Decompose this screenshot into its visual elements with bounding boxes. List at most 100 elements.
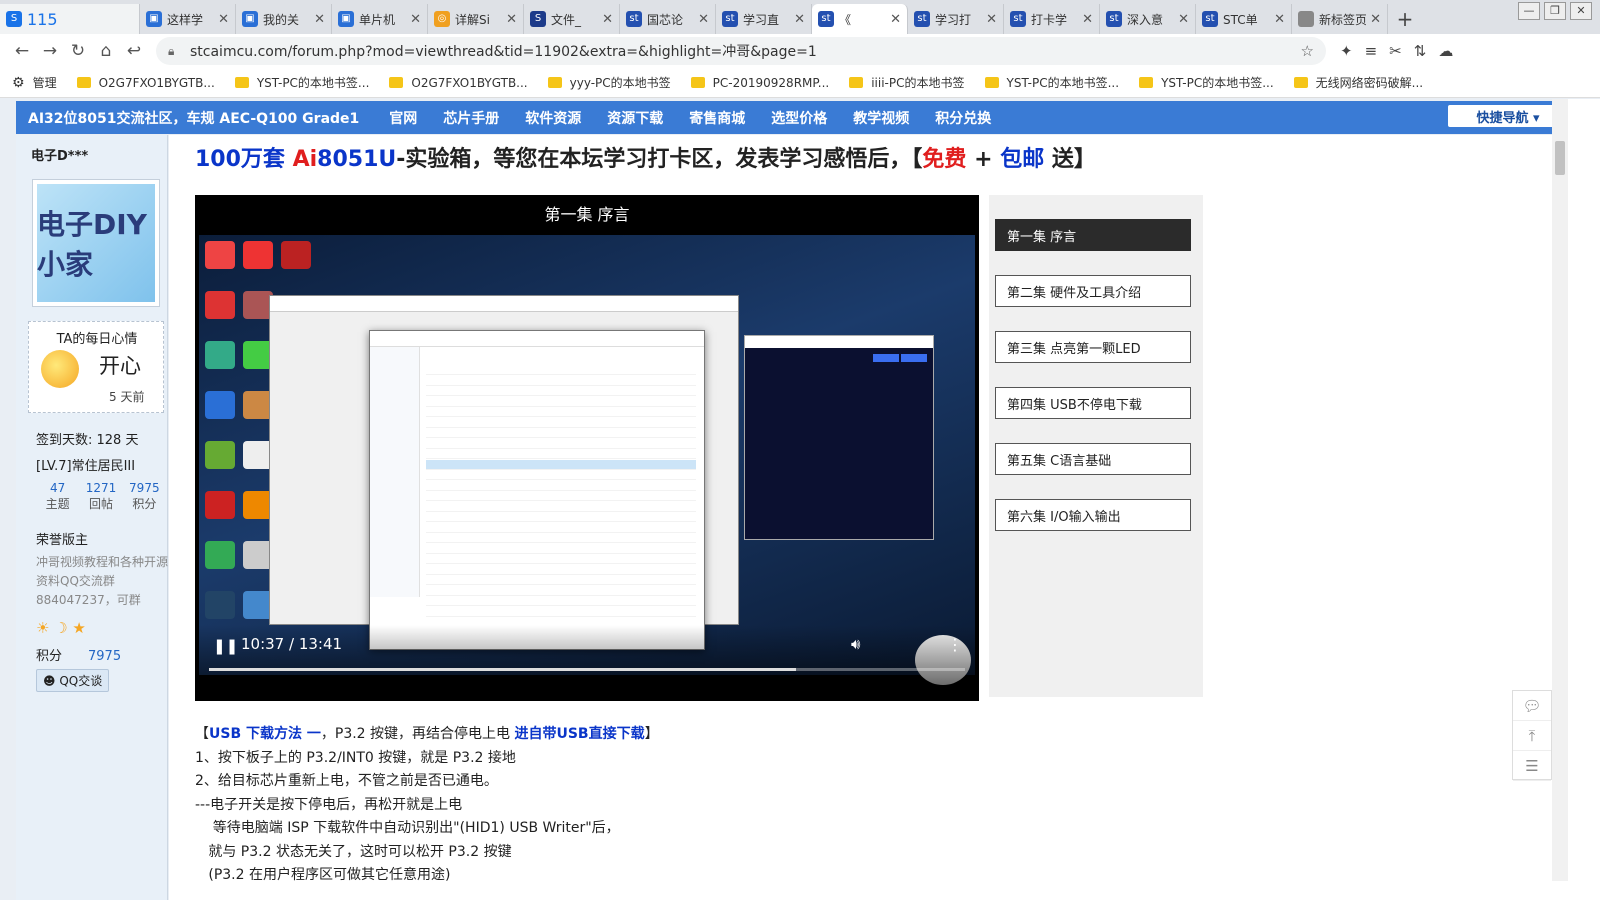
browser-tab[interactable]: ▣ 单片机 ✕ [332, 4, 428, 34]
playlist-item[interactable]: 第二集 硬件及工具介绍 [995, 275, 1191, 307]
list-icon[interactable]: ☰ [1513, 751, 1551, 781]
bookmark-manage[interactable]: ⚙ 管理 [12, 74, 57, 91]
more-options-icon[interactable]: ⋮ [947, 635, 963, 654]
file-row [426, 565, 696, 575]
tab-label: 详解Si [455, 12, 490, 27]
tab-close-icon[interactable]: ✕ [890, 12, 901, 27]
quick-nav-button[interactable]: 快捷导航 ▾ [1448, 105, 1568, 127]
file-row [426, 439, 696, 449]
browser-tab[interactable]: ▣ 这样学 ✕ [140, 4, 236, 34]
browser-tab[interactable]: 新标签页 ✕ [1292, 4, 1388, 34]
reload-icon[interactable]: ↻ [64, 37, 92, 65]
back-to-top-icon[interactable]: ⤒ [1513, 721, 1551, 751]
site-nav-item[interactable]: 官网 [389, 108, 417, 128]
tab-favicon-icon: st [1010, 11, 1026, 27]
video-time: 10:37 / 13:41 [241, 635, 343, 653]
tab-close-icon[interactable]: ✕ [698, 12, 709, 27]
forward-icon[interactable]: → [36, 37, 64, 65]
playlist-item[interactable]: 第一集 序言 [995, 219, 1191, 251]
tab-close-icon[interactable]: ✕ [602, 12, 613, 27]
site-brand[interactable]: AI32位8051交流社区，车规 AEC-Q100 Grade1 [28, 108, 359, 128]
browser-tab[interactable]: ▣ 我的关 ✕ [236, 4, 332, 34]
tab-close-icon[interactable]: ✕ [1370, 12, 1381, 27]
site-nav-item[interactable]: 积分兑换 [935, 108, 991, 128]
tab-close-icon[interactable]: ✕ [1082, 12, 1093, 27]
site-nav-item[interactable]: 选型价格 [771, 108, 827, 128]
bookmark-star-icon[interactable]: ☆ [1301, 42, 1314, 60]
tab-label: 新标签页 [1319, 12, 1367, 27]
video-progress-bar[interactable] [209, 668, 965, 671]
extension-icon[interactable]: ✦ [1340, 42, 1353, 60]
bookmark-folder[interactable]: YST-PC的本地书签... [1139, 74, 1274, 91]
browser-tab[interactable]: st 学习打 ✕ [908, 4, 1004, 34]
tab-close-icon[interactable]: ✕ [794, 12, 805, 27]
site-nav-item[interactable]: 教学视频 [853, 108, 909, 128]
bookmark-folder[interactable]: PC-20190928RMP... [690, 76, 829, 90]
tab-label: 国芯论 [647, 12, 684, 27]
pause-icon[interactable]: ❚❚ [213, 637, 238, 655]
bookmark-folder[interactable]: O2G7FXO1BYGTB... [389, 76, 528, 90]
back-icon[interactable]: ← [8, 37, 36, 65]
browser-tab[interactable]: st STC单 ✕ [1196, 4, 1292, 34]
tab-favicon-icon: st [722, 11, 738, 27]
new-tab-icon[interactable]: + [1388, 4, 1422, 34]
close-window-icon[interactable]: ✕ [1570, 2, 1592, 20]
qq-chat-button[interactable]: ☻ QQ交谈 [36, 669, 110, 692]
browser-tab[interactable]: st 《 ✕ [812, 4, 908, 34]
browser-tab[interactable]: st 学习直 ✕ [716, 4, 812, 34]
playlist-item[interactable]: 第五集 C语言基础 [995, 443, 1191, 475]
site-nav-item[interactable]: 软件资源 [525, 108, 581, 128]
browser-tab[interactable]: ◎ 详解Si ✕ [428, 4, 524, 34]
playlist-item[interactable]: 第六集 I/O输入输出 [995, 499, 1191, 531]
browser-tab[interactable]: st 深入意 ✕ [1100, 4, 1196, 34]
bookmark-folder[interactable]: iiii-PC的本地书签 [849, 74, 965, 91]
sort-icon[interactable]: ⇅ [1414, 42, 1427, 60]
minimize-icon[interactable]: — [1518, 2, 1540, 20]
browser-tab[interactable]: S 115 [0, 4, 140, 34]
tab-close-icon[interactable]: ✕ [986, 12, 997, 27]
site-nav-item[interactable]: 寄售商城 [689, 108, 745, 128]
browser-toolbar: ← → ↻ ⌂ ↩ 🔒︎ stcaimcu.com/forum.php?mod=… [0, 34, 1600, 68]
url-text[interactable]: stcaimcu.com/forum.php?mod=viewthread&ti… [190, 41, 1301, 61]
video-frame[interactable] [199, 235, 975, 685]
scissors-icon[interactable]: ✂ [1389, 42, 1402, 60]
browser-tab[interactable]: st 打卡学 ✕ [1004, 4, 1100, 34]
video-title: 第一集 序言 [544, 205, 630, 224]
video-playlist: 第一集 序言 第二集 硬件及工具介绍 第三集 点亮第一颗LED 第四集 USB不停电下… [989, 195, 1203, 697]
tab-close-icon[interactable]: ✕ [218, 12, 229, 27]
reading-list-icon[interactable]: ≡ [1365, 42, 1378, 60]
bookmark-folder[interactable]: O2G7FXO1BYGTB... [76, 76, 215, 90]
mood-value: 开心 [99, 354, 141, 378]
tab-close-icon[interactable]: ✕ [1178, 12, 1189, 27]
bookmark-folder[interactable]: YST-PC的本地书签... [234, 74, 369, 91]
username[interactable]: 电子D*** [31, 145, 88, 164]
tab-label: 我的关 [263, 12, 300, 27]
avatar[interactable]: 电子DIY小家 [32, 179, 160, 307]
site-nav-item[interactable]: 芯片手册 [443, 108, 499, 128]
bookmark-folder[interactable]: 无线网络密码破解... [1293, 74, 1423, 91]
page-scrollbar[interactable] [1552, 99, 1568, 881]
video-player[interactable]: 第一集 序言 ❚❚ 10:37 / 13:41 🔊︎ ⋮ [195, 195, 979, 701]
tab-close-icon[interactable]: ✕ [410, 12, 421, 27]
bookmark-folder[interactable]: YST-PC的本地书签... [984, 74, 1119, 91]
tab-close-icon[interactable]: ✕ [506, 12, 517, 27]
stat-topics[interactable]: 47 主题 [36, 481, 79, 512]
tab-close-icon[interactable]: ✕ [314, 12, 325, 27]
cloud-icon[interactable]: ☁ [1438, 42, 1453, 60]
scrollbar-thumb[interactable] [1555, 141, 1565, 175]
comment-icon[interactable]: 💬︎ [1513, 691, 1551, 721]
browser-tab[interactable]: S 文件_ ✕ [524, 4, 620, 34]
stat-points[interactable]: 7975 积分 [123, 481, 166, 512]
stat-replies[interactable]: 1271 回帖 [79, 481, 122, 512]
browser-tab[interactable]: st 国芯论 ✕ [620, 4, 716, 34]
volume-icon[interactable]: 🔊︎ [851, 635, 860, 653]
playlist-item[interactable]: 第四集 USB不停电下载 [995, 387, 1191, 419]
site-nav-item[interactable]: 资源下载 [607, 108, 663, 128]
tab-close-icon[interactable]: ✕ [1274, 12, 1285, 27]
bookmark-folder[interactable]: yyy-PC的本地书签 [547, 74, 671, 91]
home-icon[interactable]: ⌂ [92, 37, 120, 65]
undo-icon[interactable]: ↩ [120, 37, 148, 65]
restore-icon[interactable]: ❐ [1544, 2, 1566, 20]
address-bar[interactable]: 🔒︎ stcaimcu.com/forum.php?mod=viewthread… [156, 37, 1326, 65]
playlist-item[interactable]: 第三集 点亮第一颗LED [995, 331, 1191, 363]
